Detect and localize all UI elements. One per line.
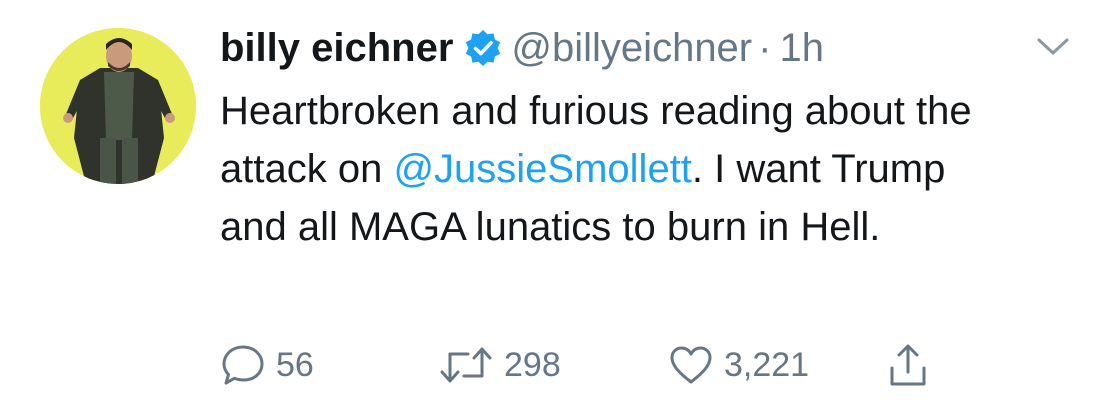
- separator-dot: ·: [758, 26, 772, 70]
- reply-icon: [220, 342, 266, 388]
- timestamp[interactable]: 1h: [779, 22, 824, 74]
- share-button[interactable]: [885, 340, 931, 390]
- share-icon: [885, 342, 931, 388]
- reply-button[interactable]: 56: [220, 340, 314, 390]
- profile-photo: [40, 28, 196, 184]
- reply-count: 56: [276, 345, 314, 384]
- tweet-card[interactable]: billy eichner @billyeichner · 1h Heartbr…: [0, 0, 1100, 402]
- user-handle[interactable]: @billyeichner: [511, 22, 752, 74]
- verified-badge-icon: [463, 28, 503, 68]
- retweet-button[interactable]: 298: [438, 340, 561, 390]
- display-name[interactable]: billy eichner: [220, 22, 453, 74]
- tweet-actions: 56 298 3,221: [220, 340, 980, 390]
- tweet-text: Heartbroken and furious reading about th…: [220, 82, 1020, 256]
- like-count: 3,221: [724, 345, 810, 384]
- retweet-icon: [438, 342, 494, 388]
- retweet-count: 298: [504, 345, 561, 384]
- tweet-content: billy eichner @billyeichner · 1h Heartbr…: [220, 22, 1060, 256]
- like-button[interactable]: 3,221: [668, 340, 809, 390]
- mention-link[interactable]: @JussieSmollett: [393, 147, 691, 191]
- avatar[interactable]: [40, 28, 196, 184]
- heart-icon: [668, 342, 714, 388]
- chevron-down-icon[interactable]: [1036, 36, 1070, 58]
- tweet-header: billy eichner @billyeichner · 1h: [220, 22, 1060, 74]
